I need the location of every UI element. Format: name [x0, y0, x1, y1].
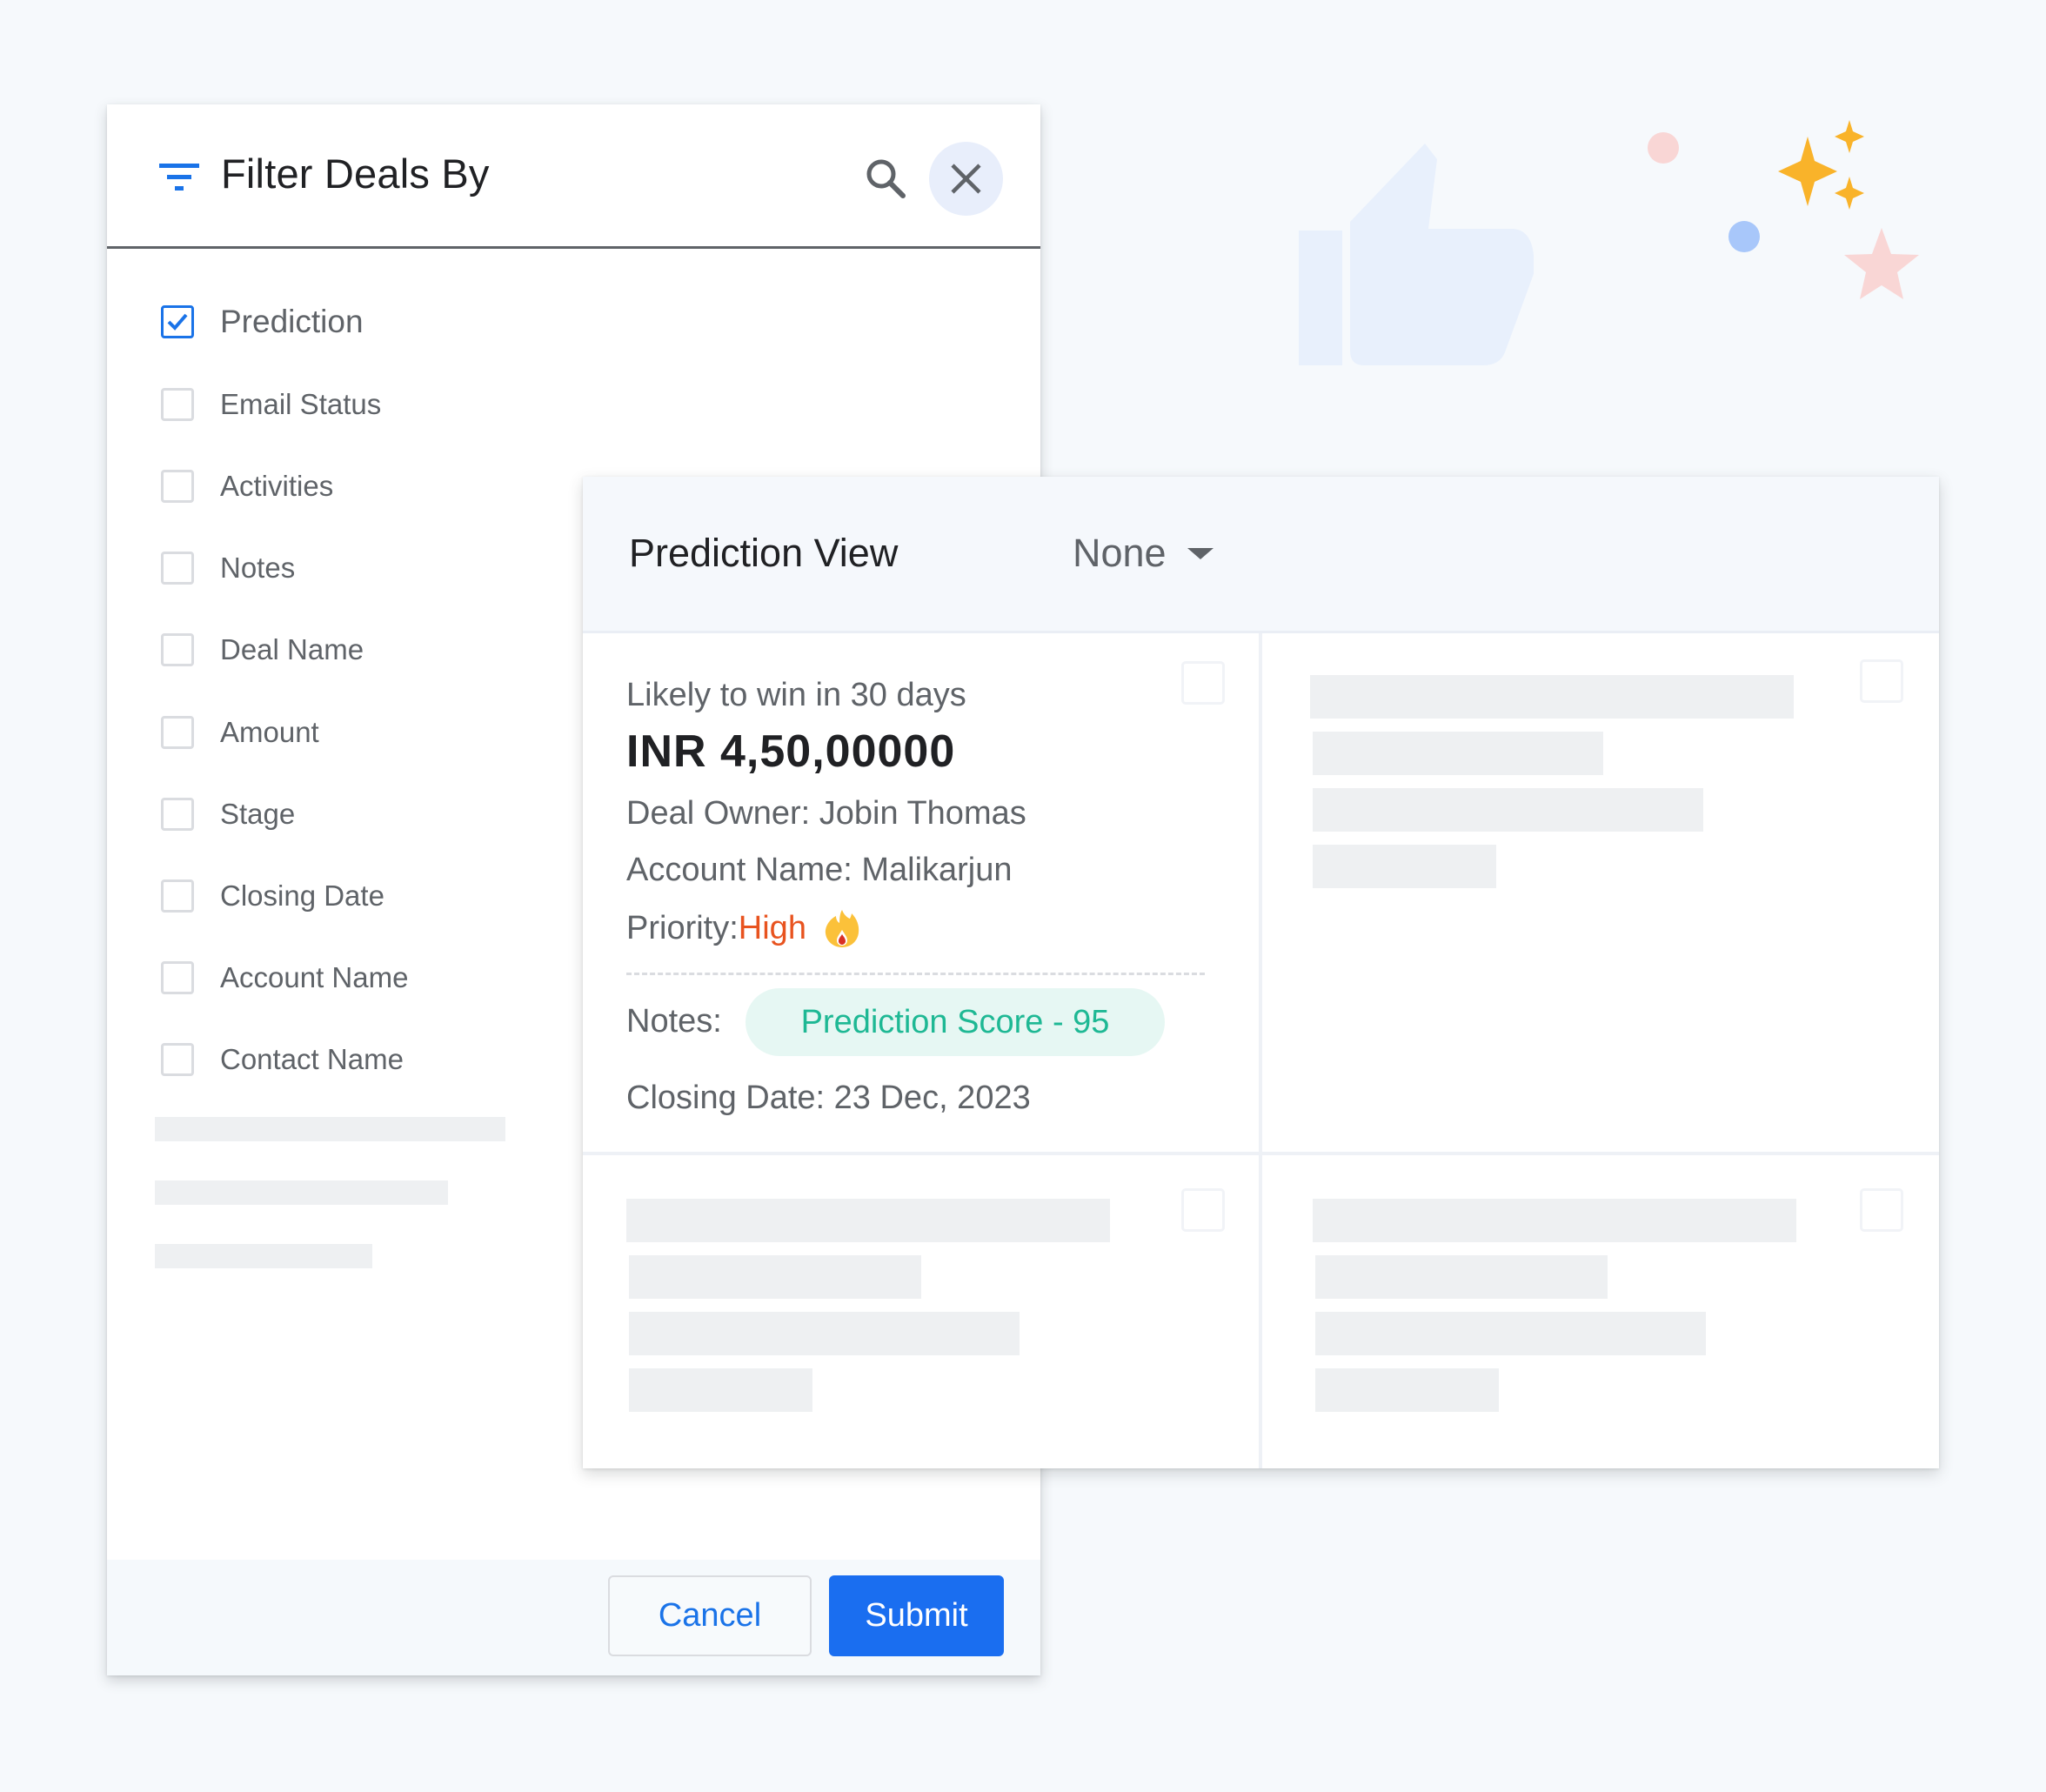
filter-option-label: Contact Name: [220, 1043, 404, 1075]
check-icon: [167, 313, 188, 331]
filter-option-activities[interactable]: Activities: [161, 465, 333, 508]
filter-option-email-status[interactable]: Email Status: [161, 383, 381, 426]
filter-option-stage[interactable]: Stage: [161, 792, 295, 836]
skeleton-line: [1310, 675, 1794, 719]
skeleton-line: [155, 1180, 448, 1205]
filter-option-label: Prediction: [220, 304, 364, 339]
tile-select-checkbox[interactable]: [1181, 1188, 1225, 1232]
skeleton-line: [1315, 1255, 1608, 1299]
dropdown-value: None: [1073, 531, 1167, 575]
checkbox-checked[interactable]: [161, 305, 194, 338]
skeleton-line: [629, 1255, 921, 1299]
prediction-view-title: Prediction View: [629, 531, 899, 575]
tile-select-checkbox[interactable]: [1860, 659, 1903, 703]
skeleton-line: [1313, 1199, 1796, 1242]
filter-option-amount[interactable]: Amount: [161, 711, 319, 754]
skeleton-line: [1315, 1312, 1706, 1355]
deal-account-name: Account Name: Malikarjun: [626, 852, 1013, 888]
deal-owner: Deal Owner: Jobin Thomas: [626, 795, 1026, 832]
filter-option-label: Activities: [220, 470, 334, 502]
deal-amount: INR 4,50,00000: [626, 726, 956, 777]
filter-option-deal-name[interactable]: Deal Name: [161, 628, 364, 672]
filter-option-account-name[interactable]: Account Name: [161, 956, 408, 1000]
submit-button[interactable]: Submit: [829, 1575, 1004, 1656]
filter-option-label: Deal Name: [220, 633, 364, 665]
notes-label: Notes:: [626, 1003, 722, 1040]
checkbox[interactable]: [161, 798, 194, 831]
tile-select-checkbox[interactable]: [1860, 1188, 1903, 1232]
checkbox[interactable]: [161, 388, 194, 421]
filter-option-label: Stage: [220, 798, 296, 830]
filter-option-label: Amount: [220, 716, 319, 748]
sparkles-icon: [1778, 120, 1864, 210]
chevron-down-icon: [1187, 547, 1214, 559]
skeleton-line: [1313, 732, 1603, 775]
pink-dot-icon: [1648, 132, 1679, 164]
filter-option-notes[interactable]: Notes: [161, 546, 295, 590]
skeleton-line: [1313, 845, 1496, 888]
prediction-view-card: Prediction View None Likely to win in 30…: [583, 477, 1939, 1468]
checkbox[interactable]: [161, 879, 194, 913]
skeleton-line: [1313, 788, 1703, 832]
grid-divider-vertical: [1259, 633, 1262, 1468]
filter-icon: [159, 164, 199, 191]
skeleton-line: [629, 1368, 812, 1412]
close-icon: [951, 164, 981, 194]
deal-likely-text: Likely to win in 30 days: [626, 677, 966, 713]
checkbox[interactable]: [161, 552, 194, 585]
panel-title: Filter Deals By: [221, 150, 490, 197]
checkbox[interactable]: [161, 633, 194, 666]
filter-option-closing-date[interactable]: Closing Date: [161, 874, 384, 918]
skeleton-line: [155, 1117, 505, 1141]
prediction-view-dropdown[interactable]: None: [1073, 531, 1214, 576]
filter-option-prediction[interactable]: Prediction: [161, 300, 364, 344]
grid-divider-horizontal: [583, 1152, 1939, 1155]
deal-closing-date: Closing Date: 23 Dec, 2023: [626, 1080, 1031, 1116]
blue-dot-icon: [1728, 221, 1760, 252]
filter-option-label: Closing Date: [220, 879, 384, 912]
close-button[interactable]: [929, 142, 1003, 216]
fire-icon: [825, 910, 859, 947]
cancel-button[interactable]: Cancel: [608, 1575, 812, 1656]
panel-footer: Cancel Submit: [107, 1560, 1040, 1675]
search-icon[interactable]: [864, 157, 907, 200]
dashed-divider: [626, 973, 1205, 975]
skeleton-line: [626, 1199, 1110, 1242]
filter-option-label: Notes: [220, 552, 296, 584]
checkbox[interactable]: [161, 716, 194, 749]
deal-priority: Priority: High: [626, 908, 860, 948]
filter-option-label: Email Status: [220, 388, 382, 420]
deal-select-checkbox[interactable]: [1181, 661, 1225, 705]
prediction-score-badge: Prediction Score - 95: [746, 988, 1165, 1056]
prediction-view-header: Prediction View None: [583, 477, 1939, 633]
filter-option-label: Account Name: [220, 961, 409, 993]
checkbox[interactable]: [161, 961, 194, 994]
skeleton-line: [155, 1244, 372, 1268]
star-icon: [1844, 228, 1919, 299]
skeleton-line: [629, 1312, 1020, 1355]
skeleton-line: [1315, 1368, 1499, 1412]
priority-label: Priority:: [626, 909, 739, 946]
checkbox[interactable]: [161, 470, 194, 503]
filter-option-contact-name[interactable]: Contact Name: [161, 1038, 404, 1081]
priority-value: High: [738, 909, 806, 946]
thumbs-up-icon: [1299, 144, 1534, 365]
filter-panel-header: Filter Deals By: [107, 104, 1040, 249]
checkbox[interactable]: [161, 1043, 194, 1076]
